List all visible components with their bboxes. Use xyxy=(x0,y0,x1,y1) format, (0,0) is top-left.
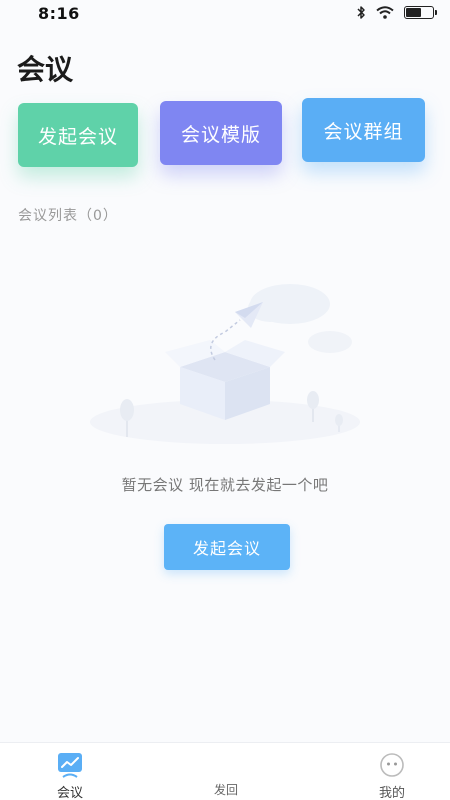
empty-state-message: 暂无会议 现在就去发起一个吧 xyxy=(121,476,329,494)
tab-center[interactable]: 发回 xyxy=(200,743,252,800)
meeting-template-button[interactable]: 会议模版 xyxy=(160,101,282,165)
tab-mine[interactable]: 我的 xyxy=(366,743,418,800)
tab-meeting[interactable]: 会议 xyxy=(44,743,96,800)
face-icon xyxy=(379,752,405,778)
start-meeting-cta-button[interactable]: 发起会议 xyxy=(164,524,290,570)
status-icons xyxy=(356,4,437,20)
status-time: 8:16 xyxy=(38,4,80,23)
status-bar: 8:16 xyxy=(0,0,450,28)
page-title: 会议 xyxy=(17,53,74,86)
tab-mine-label: 我的 xyxy=(378,786,405,800)
meeting-list-header: 会议列表（0） xyxy=(18,208,118,224)
bluetooth-icon xyxy=(357,5,365,19)
tab-meeting-label: 会议 xyxy=(56,786,83,800)
empty-box-illustration xyxy=(90,284,360,444)
battery-icon xyxy=(404,5,437,19)
meeting-group-button[interactable]: 会议群组 xyxy=(302,98,425,162)
chart-icon xyxy=(57,752,83,778)
wifi-icon xyxy=(376,5,394,19)
tab-bar: 会议 发回 我的 xyxy=(0,742,450,800)
tab-center-label: 发回 xyxy=(213,783,238,797)
start-meeting-button[interactable]: 发起会议 xyxy=(18,103,138,167)
